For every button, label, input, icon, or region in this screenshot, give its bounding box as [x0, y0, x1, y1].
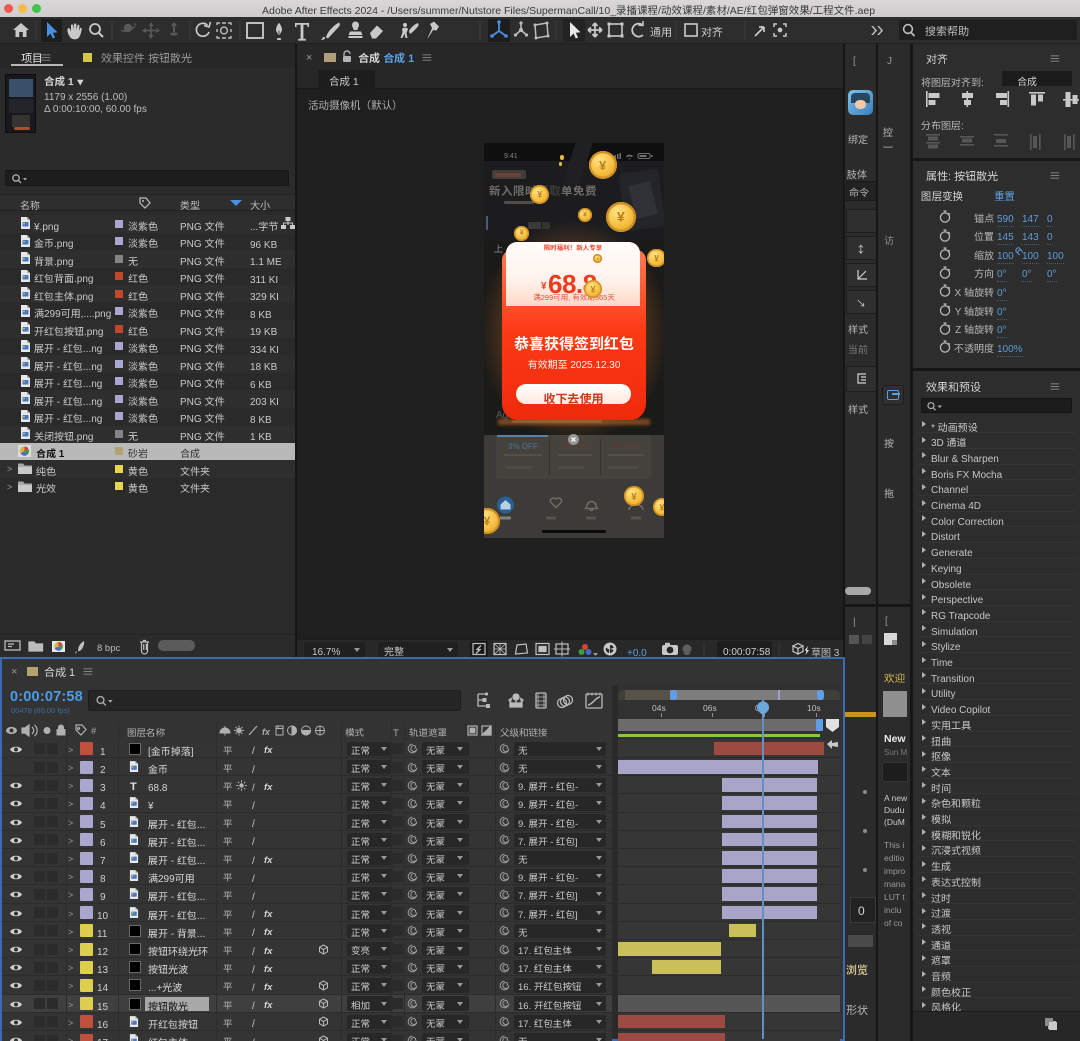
- svg-text:#: #: [91, 724, 97, 737]
